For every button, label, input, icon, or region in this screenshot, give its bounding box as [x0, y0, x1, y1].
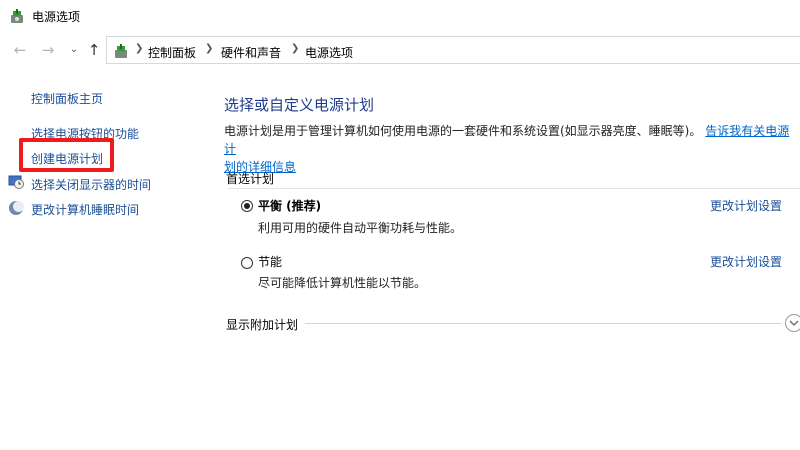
moon-icon: [9, 201, 24, 215]
divider: [305, 323, 782, 324]
window-title: 电源选项: [32, 10, 81, 24]
power-saver-change-settings-link[interactable]: 更改计划设置: [710, 253, 782, 270]
power-saver-radio[interactable]: [241, 257, 253, 269]
arrow-left-icon[interactable]: ←: [12, 42, 28, 58]
balanced-change-settings-link[interactable]: 更改计划设置: [710, 197, 782, 214]
expand-button[interactable]: [785, 314, 800, 332]
power-saver-plan-description: 尽可能降低计算机性能以节能。: [258, 276, 427, 290]
balanced-radio[interactable]: [241, 200, 253, 212]
sidebar-home-link[interactable]: 控制面板主页: [31, 90, 103, 107]
page-title: 选择或自定义电源计划: [224, 96, 375, 114]
title-bar: 电源选项: [0, 0, 800, 32]
breadcrumb-hardware-sound[interactable]: 硬件和声音: [221, 44, 281, 61]
sidebar-item-display-off[interactable]: 选择关闭显示器的时间: [31, 176, 151, 193]
preferred-plans-label: 首选计划: [226, 172, 275, 186]
power-saver-plan-name[interactable]: 节能: [258, 253, 282, 270]
power-options-icon: [115, 44, 127, 58]
address-bar[interactable]: ❯ 控制面板 ❯ 硬件和声音 ❯ 电源选项: [106, 36, 800, 64]
show-additional-plans-label[interactable]: 显示附加计划: [226, 316, 298, 333]
chevron-down-icon: [789, 320, 799, 326]
chevron-right-icon[interactable]: ❯: [291, 43, 299, 54]
sidebar-item-sleep-time[interactable]: 更改计算机睡眠时间: [31, 201, 139, 218]
highlight-annotation: [19, 138, 114, 172]
chevron-right-icon[interactable]: ❯: [205, 43, 213, 54]
chevron-right-icon[interactable]: ❯: [135, 43, 143, 54]
arrow-up-icon[interactable]: ↑: [86, 42, 102, 58]
page-description: 电源计划是用于管理计算机如何使用电源的一套硬件和系统设置(如显示器亮度、睡眠等)…: [224, 122, 800, 176]
divider: [228, 188, 800, 189]
balanced-plan-name[interactable]: 平衡 (推荐): [258, 197, 321, 214]
breadcrumb-power-options[interactable]: 电源选项: [305, 44, 353, 61]
arrow-right-icon[interactable]: →: [40, 42, 56, 58]
balanced-plan-description: 利用可用的硬件自动平衡功耗与性能。: [258, 221, 463, 235]
monitor-clock-icon: [8, 175, 24, 189]
chevron-down-icon[interactable]: ⌄: [66, 42, 82, 58]
power-options-icon: [11, 9, 23, 23]
navigation-bar: ← → ⌄ ↑ ❯ 控制面板 ❯ 硬件和声音 ❯ 电源选项: [0, 34, 800, 66]
breadcrumb-control-panel[interactable]: 控制面板: [148, 44, 196, 61]
description-text: 电源计划是用于管理计算机如何使用电源的一套硬件和系统设置(如显示器亮度、睡眠等)…: [224, 124, 702, 138]
